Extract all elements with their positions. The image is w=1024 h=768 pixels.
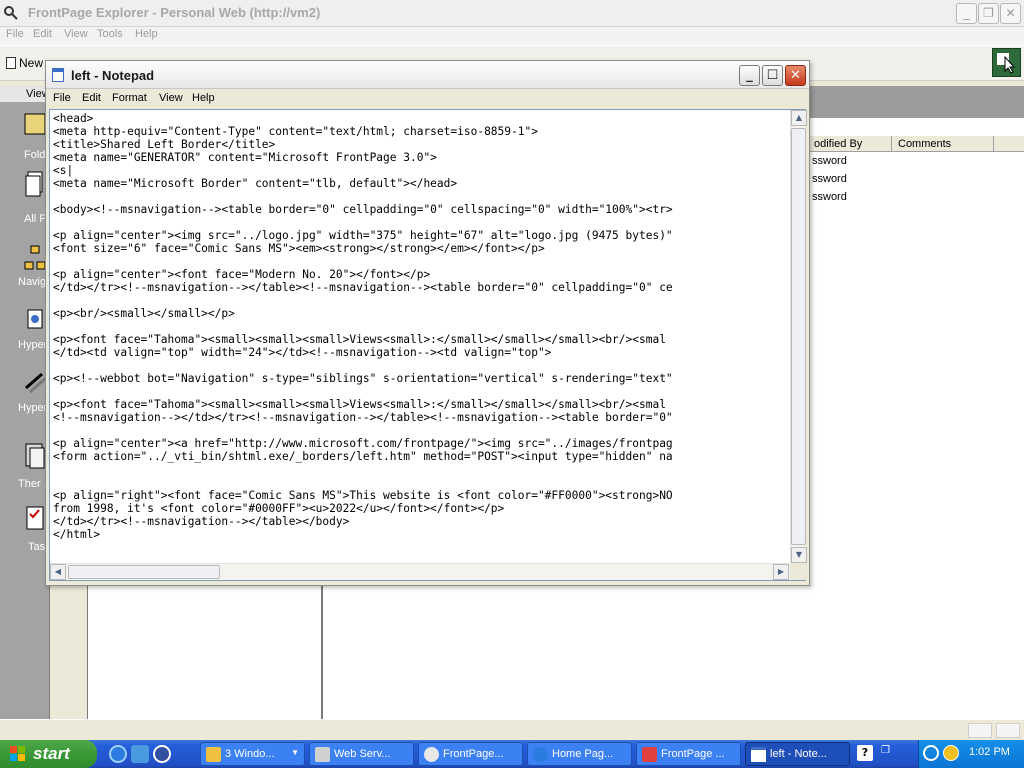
- notepad-minimize-button[interactable]: _: [739, 65, 760, 86]
- frontpage-app-icon: [4, 6, 18, 20]
- views-bar-navigation-label: Navig: [18, 276, 47, 288]
- clock[interactable]: 1:02 PM: [969, 746, 1010, 758]
- task-label: FrontPage...: [443, 748, 504, 760]
- folders-view-icon[interactable]: [24, 110, 46, 138]
- media-player-icon[interactable]: [153, 745, 171, 763]
- tray-collapse-icon[interactable]: [923, 745, 939, 761]
- notepad-title-bar[interactable]: left - Notepad _ ☐ ✕: [46, 61, 809, 89]
- explorer-menu-help[interactable]: Help: [135, 28, 158, 40]
- vertical-scroll-thumb[interactable]: [791, 128, 806, 545]
- notepad-edit-area[interactable]: <head> <meta http-equiv="Content-Type" c…: [49, 109, 807, 581]
- internet-explorer-icon[interactable]: [109, 745, 127, 763]
- file-list-header: odified By Comments: [810, 136, 1024, 152]
- task-label: left - Note...: [770, 748, 827, 760]
- task-label: FrontPage ...: [661, 748, 725, 760]
- explorer-menu-file[interactable]: File: [6, 28, 24, 40]
- scrollbar-corner: [790, 563, 806, 580]
- ie-icon: [533, 747, 548, 762]
- taskbar: start 3 Windo... ▼ Web Serv... FrontPage…: [0, 740, 1024, 768]
- notepad-maximize-button[interactable]: ☐: [762, 65, 783, 86]
- notepad-window: left - Notepad _ ☐ ✕ File Edit Format Vi…: [45, 60, 810, 586]
- windows-flag-icon: [10, 746, 25, 761]
- horizontal-scroll-thumb[interactable]: [68, 565, 220, 579]
- views-bar-tasks-label: Tas: [28, 541, 46, 553]
- whats-this-help-button[interactable]: [992, 48, 1021, 77]
- task-label: Home Pag...: [552, 748, 614, 760]
- status-cell: [968, 723, 992, 738]
- notepad-icon: [52, 68, 64, 82]
- start-label: start: [33, 744, 70, 763]
- task-label: Web Serv...: [334, 748, 391, 760]
- help-icon[interactable]: ?: [857, 745, 873, 761]
- views-bar-themes-label: Ther: [18, 478, 41, 490]
- frontpage-icon: [424, 747, 439, 762]
- hyperlinks-view-icon[interactable]: [24, 306, 46, 334]
- file-row-modified-by[interactable]: ssword: [812, 173, 847, 185]
- notepad-menu-format[interactable]: Format: [112, 92, 147, 104]
- security-alert-icon[interactable]: [943, 745, 959, 761]
- start-button[interactable]: start: [0, 740, 97, 768]
- explorer-menu-edit[interactable]: Edit: [33, 28, 52, 40]
- scroll-right-arrow-icon[interactable]: ▶: [773, 564, 789, 580]
- all-files-view-icon[interactable]: [24, 170, 46, 198]
- explorer-status-bar: [0, 719, 1024, 740]
- notepad-menu-help[interactable]: Help: [192, 92, 215, 104]
- notepad-title: left - Notepad: [71, 68, 155, 83]
- vertical-scrollbar[interactable]: ▲ ▼: [790, 110, 807, 563]
- navigation-view-icon[interactable]: [24, 244, 46, 272]
- status-cell: [996, 723, 1020, 738]
- file-row-modified-by[interactable]: ssword: [812, 191, 847, 203]
- notepad-text-content[interactable]: <head> <meta http-equiv="Content-Type" c…: [53, 112, 788, 565]
- views-bar-folders-label: Fold: [24, 149, 46, 161]
- new-button-label: New: [19, 56, 44, 70]
- notepad-menubar: File Edit Format View Help: [46, 89, 809, 109]
- tasks-view-icon[interactable]: [24, 504, 46, 532]
- new-button[interactable]: New: [6, 56, 43, 70]
- explorer-menu-view[interactable]: View: [64, 28, 88, 40]
- horizontal-scrollbar[interactable]: ◀ ▶: [50, 563, 790, 580]
- task-windows-explorer[interactable]: 3 Windo... ▼: [200, 742, 305, 766]
- column-modified-by[interactable]: odified By: [810, 136, 892, 152]
- task-label: 3 Windo...: [225, 748, 275, 760]
- explorer-folders-pane[interactable]: [87, 586, 322, 719]
- themes-view-icon[interactable]: [24, 442, 46, 470]
- explorer-content-header: [810, 86, 1024, 118]
- views-bar: Fold All F Navig Hyper Hyper Stat Ther T…: [0, 86, 70, 740]
- notepad-menu-view[interactable]: View: [159, 92, 183, 104]
- scroll-up-arrow-icon[interactable]: ▲: [791, 110, 807, 126]
- explorer-title-bar: FrontPage Explorer - Personal Web (http:…: [0, 0, 1024, 27]
- task-home-page[interactable]: Home Pag...: [527, 742, 632, 766]
- help-pointer-icon: [997, 53, 1016, 74]
- file-row-modified-by[interactable]: ssword: [812, 155, 847, 167]
- system-tray: 1:02 PM: [918, 740, 1024, 768]
- hyperlink-status-view-icon[interactable]: [24, 368, 46, 396]
- explorer-minimize-button[interactable]: _: [956, 3, 977, 24]
- views-bar-all-files-label: All F: [24, 213, 46, 225]
- restore-windows-icon[interactable]: ❐: [881, 745, 895, 761]
- explorer-title: FrontPage Explorer - Personal Web (http:…: [28, 5, 321, 20]
- views-bar-hyperlinks-label: Hyper: [18, 339, 48, 351]
- task-notepad[interactable]: left - Note...: [745, 742, 850, 766]
- task-frontpage-editor[interactable]: FrontPage ...: [636, 742, 741, 766]
- explorer-menubar: File Edit View Tools Help: [0, 27, 1024, 45]
- group-dropdown-icon: ▼: [291, 748, 299, 757]
- task-web-server[interactable]: Web Serv...: [309, 742, 414, 766]
- explorer-menu-tools[interactable]: Tools: [97, 28, 123, 40]
- scroll-down-arrow-icon[interactable]: ▼: [791, 547, 807, 563]
- notepad-close-button[interactable]: ✕: [785, 65, 806, 86]
- views-bar-header: View: [0, 86, 50, 102]
- explorer-restore-button[interactable]: ❐: [978, 3, 999, 24]
- folder-icon: [206, 747, 221, 762]
- outlook-express-icon[interactable]: [131, 745, 149, 763]
- frontpage-editor-icon: [642, 747, 657, 762]
- explorer-close-button[interactable]: ✕: [1000, 3, 1021, 24]
- web-server-icon: [315, 747, 330, 762]
- notepad-icon: [751, 747, 766, 762]
- column-comments[interactable]: Comments: [894, 136, 994, 152]
- task-frontpage-explorer[interactable]: FrontPage...: [418, 742, 523, 766]
- notepad-menu-edit[interactable]: Edit: [82, 92, 101, 104]
- notepad-menu-file[interactable]: File: [53, 92, 71, 104]
- new-document-icon: [6, 57, 16, 69]
- scroll-left-arrow-icon[interactable]: ◀: [50, 564, 66, 580]
